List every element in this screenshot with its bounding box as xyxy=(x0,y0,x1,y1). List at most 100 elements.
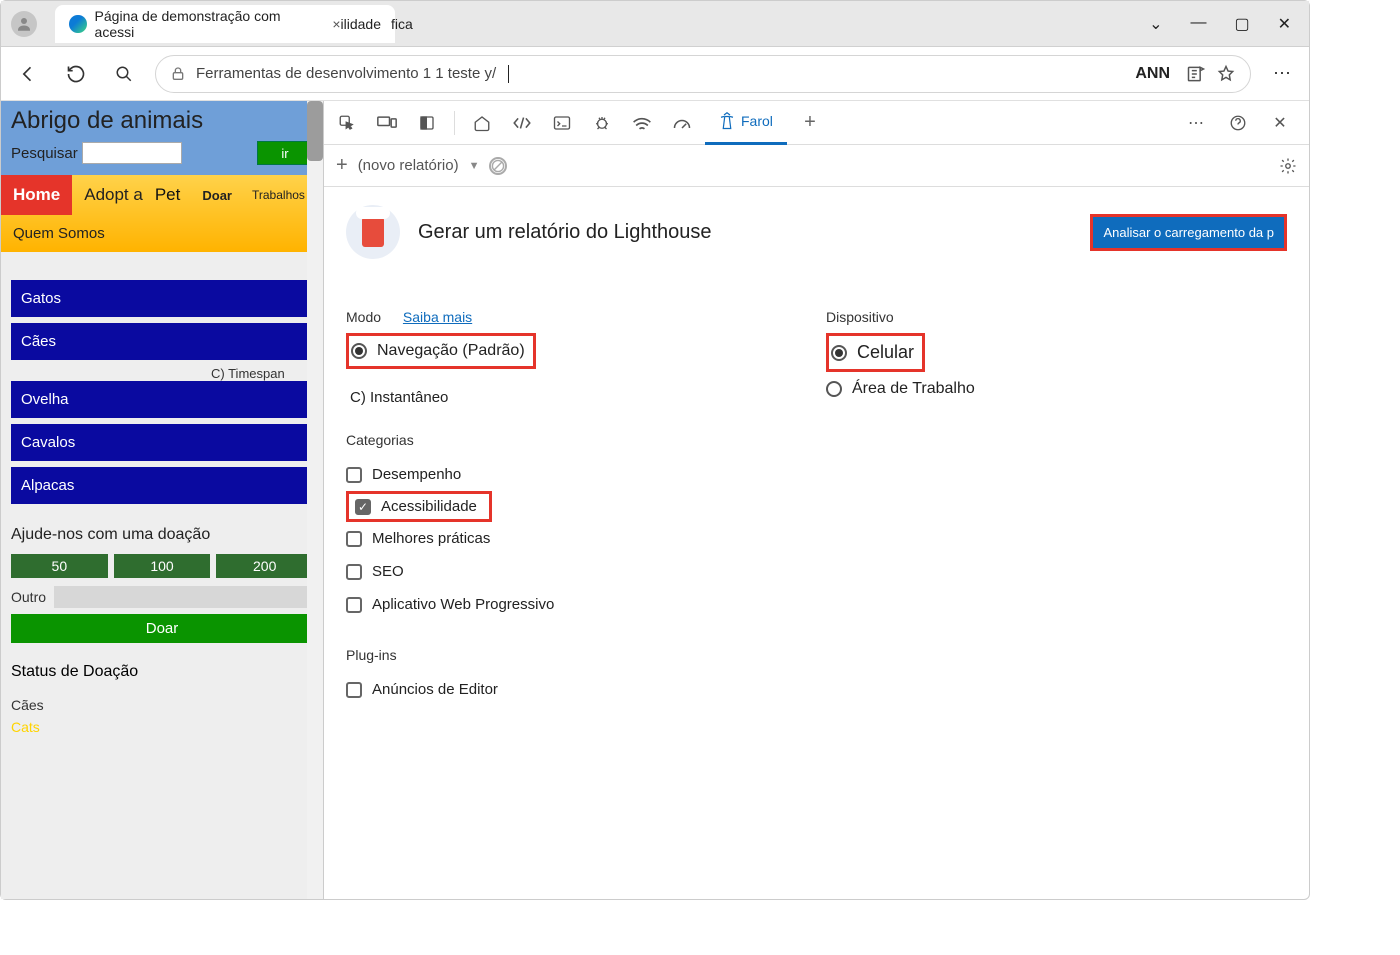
checkbox-icon xyxy=(346,531,362,547)
chevron-down-icon[interactable]: ▼ xyxy=(469,160,480,172)
lighthouse-tab-label: Farol xyxy=(741,113,773,129)
nav-home[interactable]: Home xyxy=(1,175,72,215)
lighthouse-logo-icon xyxy=(346,205,400,259)
performance-icon[interactable] xyxy=(665,106,699,140)
donation-section: Ajude-nos com uma doação 50 100 200 Outr… xyxy=(11,526,313,643)
tab-title-cut: ilidade xyxy=(341,16,381,32)
amount-100[interactable]: 100 xyxy=(114,554,211,578)
window-titlebar: Página de demonstração com acessi × ilid… xyxy=(1,1,1309,47)
more-menu-button[interactable]: ⋯ xyxy=(1265,57,1299,91)
plugin-publisher-ads[interactable]: Anúncios de Editor xyxy=(346,673,766,706)
lighthouse-body: Gerar um relatório do Lighthouse Analisa… xyxy=(324,187,1309,899)
mode-snapshot-option[interactable]: C) Instantâneo xyxy=(350,389,766,406)
back-button[interactable] xyxy=(11,57,45,91)
more-tools-icon[interactable]: ⋯ xyxy=(1179,106,1213,140)
cat-item[interactable]: Alpacas xyxy=(11,467,313,504)
close-window-button[interactable]: ✕ xyxy=(1278,14,1291,34)
tab-title: Página de demonstração com acessi xyxy=(95,8,319,40)
cat-item[interactable]: Cães xyxy=(11,323,313,360)
devtools-tabbar: Farol + ⋯ ✕ xyxy=(324,101,1309,145)
bug-icon[interactable] xyxy=(585,106,619,140)
chevron-down-icon[interactable]: ⌄ xyxy=(1149,14,1162,34)
welcome-icon[interactable] xyxy=(465,106,499,140)
tab-overflow-text: fica xyxy=(391,16,413,32)
lighthouse-tab[interactable]: Farol xyxy=(705,101,787,145)
other-label: Outro xyxy=(11,589,46,605)
cat-pwa[interactable]: Aplicativo Web Progressivo xyxy=(346,588,766,621)
other-amount-input[interactable] xyxy=(54,586,313,608)
ann-badge: ANN xyxy=(1135,65,1170,83)
clear-icon[interactable] xyxy=(489,157,507,175)
device-mobile-option[interactable]: Celular xyxy=(831,338,914,367)
browser-tab[interactable]: Página de demonstração com acessi × ilid… xyxy=(55,5,395,43)
plugins-heading: Plug-ins xyxy=(346,647,766,663)
device-desktop-option[interactable]: Área de Trabalho xyxy=(826,376,975,402)
profile-avatar[interactable] xyxy=(11,11,37,37)
cat-accessibility-highlight: ✓Acessibilidade xyxy=(346,491,492,522)
mode-navigation-option[interactable]: Navegação (Padrão) xyxy=(351,338,525,364)
new-report-button[interactable]: + xyxy=(336,154,348,177)
browser-toolbar: Ferramentas de desenvolvimento 1 1 teste… xyxy=(1,47,1309,101)
close-devtools-icon[interactable]: ✕ xyxy=(1263,106,1297,140)
reading-pin-icon[interactable] xyxy=(1186,64,1206,84)
cat-accessibility[interactable]: ✓Acessibilidade xyxy=(351,496,481,517)
url-text: Ferramentas de desenvolvimento 1 1 teste… xyxy=(196,65,496,82)
tab-close-text-left: × xyxy=(332,16,340,32)
nav-doar[interactable]: Doar xyxy=(192,180,242,211)
checkbox-icon xyxy=(346,597,362,613)
analyze-button[interactable]: Analisar o carregamento da p xyxy=(1090,214,1287,251)
maximize-button[interactable]: ▢ xyxy=(1234,14,1249,34)
checkbox-icon xyxy=(346,564,362,580)
device-icon[interactable] xyxy=(370,106,404,140)
amount-200[interactable]: 200 xyxy=(216,554,313,578)
help-icon[interactable] xyxy=(1221,106,1255,140)
radio-icon xyxy=(826,381,842,397)
radio-on-icon xyxy=(351,343,367,359)
page-title: Abrigo de animais xyxy=(11,107,313,135)
search-go-button[interactable]: ir xyxy=(257,141,313,165)
nav-pet[interactable]: Pet xyxy=(155,175,193,215)
favorite-icon[interactable] xyxy=(1216,64,1236,84)
network-icon[interactable] xyxy=(625,106,659,140)
nav-trabalhos[interactable]: Trabalhos xyxy=(242,180,315,210)
minimize-button[interactable]: ― xyxy=(1190,14,1206,34)
donate-button[interactable]: Doar xyxy=(11,614,313,643)
search-button[interactable] xyxy=(107,57,141,91)
cat-performance[interactable]: Desempenho xyxy=(346,458,766,491)
checkbox-icon xyxy=(346,682,362,698)
cat-item[interactable]: Ovelha xyxy=(11,381,313,418)
lighthouse-icon xyxy=(719,112,735,130)
animal-category-list: Gatos Cães C) Timespan Ovelha Cavalos Al… xyxy=(11,280,313,504)
categories-heading: Categorias xyxy=(346,432,766,448)
cat-seo[interactable]: SEO xyxy=(346,555,766,588)
page-header: Abrigo de animais Pesquisar ir xyxy=(1,101,323,175)
cat-item[interactable]: Cavalos xyxy=(11,424,313,461)
amount-50[interactable]: 50 xyxy=(11,554,108,578)
lighthouse-subbar: + (novo relatório) ▼ xyxy=(324,145,1309,187)
checkbox-on-icon: ✓ xyxy=(355,499,371,515)
learn-more-link[interactable]: Saiba mais xyxy=(403,309,472,325)
report-dropdown[interactable]: (novo relatório) xyxy=(358,157,459,174)
donation-heading: Ajude-nos com uma doação xyxy=(11,526,313,544)
elements-icon[interactable] xyxy=(505,106,539,140)
nav-adopt[interactable]: Adopt a xyxy=(72,175,155,215)
search-input[interactable] xyxy=(82,142,182,164)
devtools-panel: Farol + ⋯ ✕ + (novo relatório) ▼ Gerar u… xyxy=(323,101,1309,899)
address-bar[interactable]: Ferramentas de desenvolvimento 1 1 teste… xyxy=(155,55,1251,93)
inspect-icon[interactable] xyxy=(330,106,364,140)
mode-navigation-highlight: Navegação (Padrão) xyxy=(346,333,536,369)
settings-icon[interactable] xyxy=(1279,157,1297,175)
status-item: Cães xyxy=(11,691,313,719)
add-tab-icon[interactable]: + xyxy=(793,106,827,140)
dock-icon[interactable] xyxy=(410,106,444,140)
nav-quem-somos[interactable]: Quem Somos xyxy=(1,215,117,252)
main-nav: Home Adopt a Pet Doar Trabalhos Quem Som… xyxy=(1,175,323,252)
cat-item[interactable]: Gatos xyxy=(11,280,313,317)
page-scrollbar[interactable] xyxy=(307,101,323,899)
text-cursor xyxy=(508,65,509,83)
lock-icon xyxy=(170,66,186,82)
status-heading: Status de Doação xyxy=(11,663,313,681)
cat-best-practices[interactable]: Melhores práticas xyxy=(346,522,766,555)
console-icon[interactable] xyxy=(545,106,579,140)
refresh-button[interactable] xyxy=(59,57,93,91)
